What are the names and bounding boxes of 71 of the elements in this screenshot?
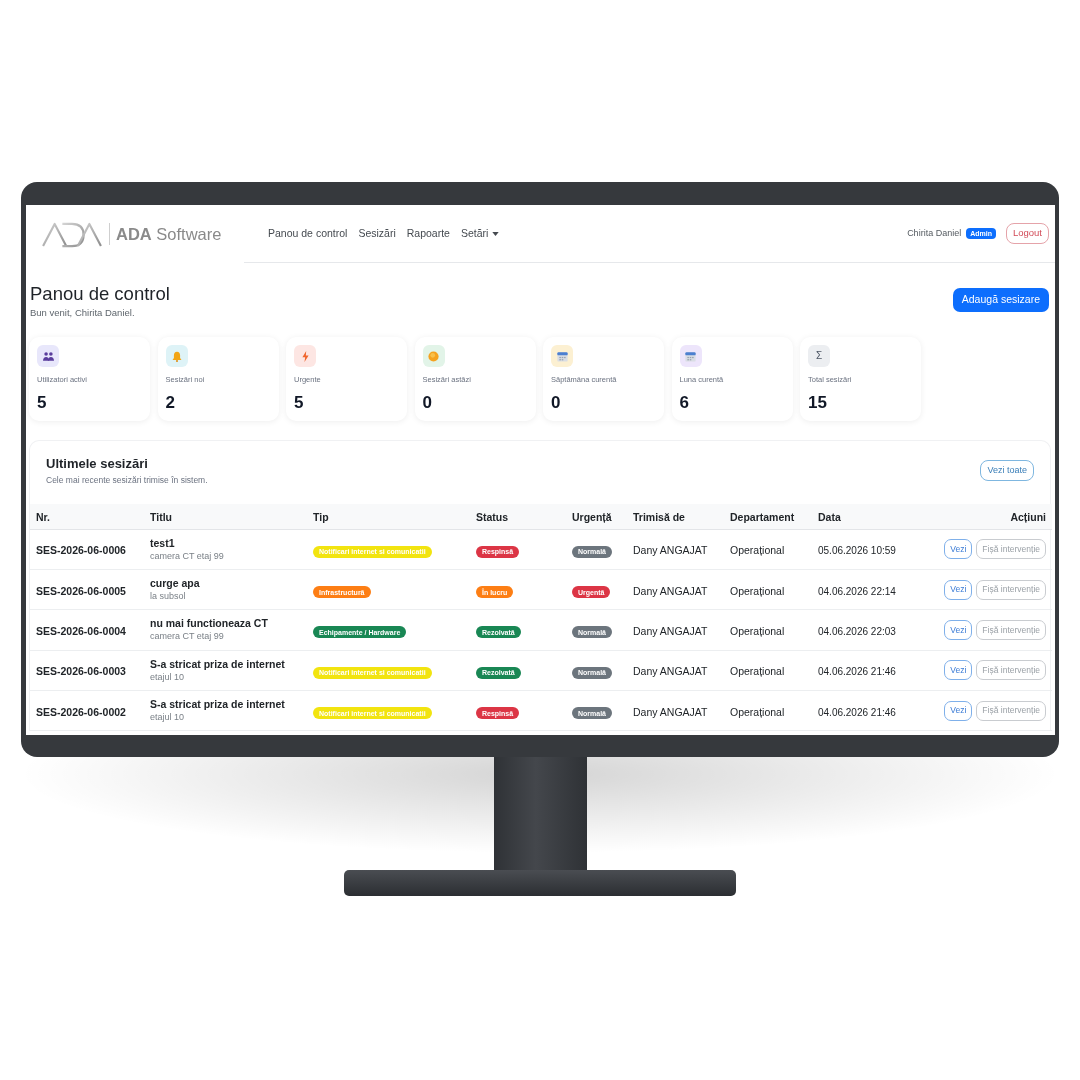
department-name: Operațional xyxy=(730,665,785,678)
column-header: Urgență xyxy=(572,511,612,524)
stat-value: 2 xyxy=(165,394,176,412)
column-header: Data xyxy=(818,511,841,524)
sigma-icon: Σ xyxy=(808,345,830,367)
report-number: SES-2026-06-0002 xyxy=(36,705,126,718)
report-location: etajul 10 xyxy=(150,711,186,724)
view-button[interactable]: Vezi xyxy=(944,660,973,681)
sender-name: Dany ANGAJAT xyxy=(633,544,708,557)
report-location: etajul 10 xyxy=(150,670,186,683)
view-button[interactable]: Vezi xyxy=(944,539,973,560)
view-button[interactable]: Vezi xyxy=(944,579,973,600)
department-name: Operațional xyxy=(730,624,785,637)
sender-name: Dany ANGAJAT xyxy=(633,705,708,718)
report-number: SES-2026-06-0004 xyxy=(36,624,126,637)
report-date: 05.06.2026 10:59 xyxy=(818,545,896,557)
report-date: 04.06.2026 21:46 xyxy=(818,706,896,718)
report-number: SES-2026-06-0003 xyxy=(36,665,126,678)
stat-value: 0 xyxy=(551,394,562,412)
view-button[interactable]: Vezi xyxy=(944,619,973,640)
stat-value: 5 xyxy=(294,394,305,412)
nav-link[interactable]: Panou de control xyxy=(268,225,348,242)
report-title: nu mai functioneaza CT xyxy=(150,617,269,631)
report-date: 04.06.2026 22:03 xyxy=(818,625,896,637)
report-number: SES-2026-06-0005 xyxy=(36,584,126,597)
column-header: Tip xyxy=(313,511,329,524)
report-title: S-a stricat priza de internet xyxy=(150,657,286,671)
report-title: curge apa xyxy=(150,577,201,591)
brand-name: ADA Software xyxy=(116,223,222,245)
intervention-sheet-button[interactable]: Fișă intervenție xyxy=(976,619,1046,640)
nav-link[interactable]: Setări xyxy=(460,225,500,242)
department-name: Operațional xyxy=(730,584,785,597)
logo-icon xyxy=(41,220,103,248)
page-title: Panou de control xyxy=(30,283,170,305)
column-header: Departament xyxy=(730,511,795,524)
column-header: Status xyxy=(476,511,509,524)
stat-value: 15 xyxy=(808,394,828,412)
report-date: 04.06.2026 21:46 xyxy=(818,666,896,678)
report-number: SES-2026-06-0006 xyxy=(36,544,126,557)
stat-value: 0 xyxy=(422,394,433,412)
logout-button[interactable]: Logout xyxy=(1005,223,1049,244)
intervention-sheet-button[interactable]: Fișă intervenție xyxy=(976,579,1046,600)
column-header: Titlu xyxy=(150,511,172,524)
intervention-sheet-button[interactable]: Fișă intervenție xyxy=(976,660,1046,681)
department-name: Operațional xyxy=(730,544,785,557)
view-button[interactable]: Vezi xyxy=(944,700,973,721)
sender-name: Dany ANGAJAT xyxy=(633,624,708,637)
nav-link[interactable]: Rapoarte xyxy=(406,225,450,242)
section-title: Ultimele sesizări xyxy=(46,456,149,472)
report-location: camera CT etaj 99 xyxy=(150,549,225,562)
user-name: Chirita Daniel xyxy=(907,226,962,240)
report-title: test1 xyxy=(150,536,176,550)
intervention-sheet-button[interactable]: Fișă intervenție xyxy=(976,539,1046,560)
report-title: S-a stricat priza de internet xyxy=(150,698,286,712)
column-header: Trimisă de xyxy=(633,511,685,524)
column-header: Acțiuni xyxy=(1010,511,1046,524)
intervention-sheet-button[interactable]: Fișă intervenție xyxy=(976,700,1046,721)
add-report-button[interactable]: Adaugă sesizare xyxy=(952,288,1049,312)
stat-value: 5 xyxy=(37,394,48,412)
sender-name: Dany ANGAJAT xyxy=(633,665,708,678)
sender-name: Dany ANGAJAT xyxy=(633,584,708,597)
report-date: 04.06.2026 22:14 xyxy=(818,585,896,597)
report-location: la subsol xyxy=(150,590,187,603)
column-header: Nr. xyxy=(36,511,50,524)
nav-link[interactable]: Sesizări xyxy=(358,225,396,242)
view-all-button[interactable]: Vezi toate xyxy=(980,460,1034,481)
welcome-text: Bun venit, Chirita Daniel. xyxy=(30,307,136,319)
stat-value: 6 xyxy=(679,394,690,412)
section-subtitle: Cele mai recente sesizări trimise în sistem. xyxy=(46,474,208,486)
department-name: Operațional xyxy=(730,705,785,718)
report-location: camera CT etaj 99 xyxy=(150,630,225,643)
